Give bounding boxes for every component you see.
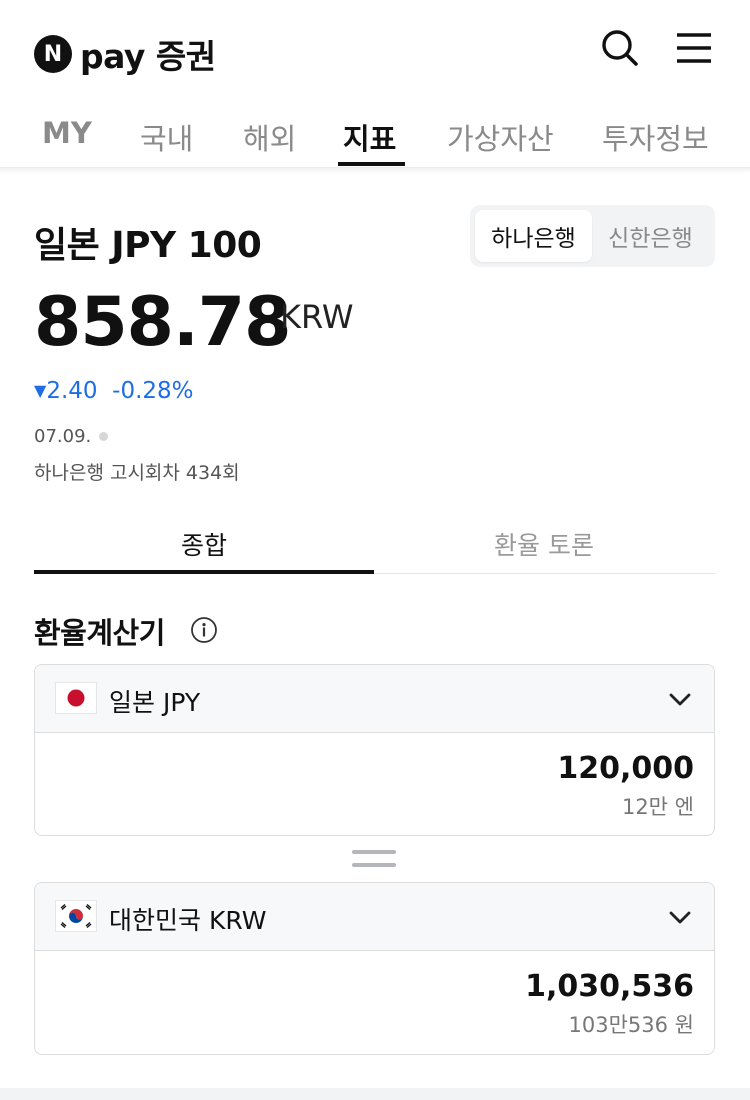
- chevron-down-icon[interactable]: [667, 905, 693, 929]
- to-amount-text: 103만536 원: [568, 1013, 694, 1037]
- to-currency-select[interactable]: 대한민국 KRW: [35, 883, 714, 951]
- tab-discussion[interactable]: 환율 토론: [374, 526, 714, 562]
- bank-button-shinhan[interactable]: 신한은행: [592, 210, 709, 262]
- from-currency-box: 일본 JPY 120,000 12만 엔: [34, 664, 715, 836]
- chevron-down-icon[interactable]: [667, 687, 693, 711]
- bank-toggle: 하나은행 신한은행: [470, 205, 715, 267]
- nav-tab-indicators[interactable]: 지표: [343, 116, 396, 158]
- search-icon[interactable]: [598, 26, 642, 70]
- from-currency-select[interactable]: 일본 JPY: [35, 665, 714, 733]
- nav-tab-crypto[interactable]: 가상자산: [447, 116, 554, 158]
- nav-tab-domestic[interactable]: 국내: [140, 116, 193, 158]
- bottom-section-divider: [0, 1088, 750, 1100]
- category-nav: MY 국내 해외 지표 가상자산 투자정보: [0, 98, 750, 168]
- rate-change: ▼2.40 -0.28%: [34, 378, 194, 404]
- tab-active-underline: [34, 570, 374, 574]
- equals-icon: [352, 850, 396, 870]
- currency-title: 일본 JPY 100: [34, 225, 262, 266]
- hamburger-menu-icon[interactable]: [672, 26, 716, 70]
- date-text: 07.09.: [34, 426, 92, 447]
- rate-date: 07.09.: [34, 426, 109, 447]
- korea-flag-icon: [55, 900, 97, 932]
- change-value: 2.40: [46, 378, 98, 404]
- from-currency-label: 일본 JPY: [109, 688, 201, 717]
- notice-round: 하나은행 고시회차 434회: [34, 462, 240, 484]
- logo-badge: N: [34, 35, 72, 73]
- nav-tab-my[interactable]: MY: [42, 116, 92, 150]
- logo-text: pay 증권: [80, 37, 216, 76]
- to-currency-box: 대한민국 KRW 1,030,536 103만536 원: [34, 882, 715, 1055]
- info-icon[interactable]: [190, 616, 218, 644]
- exchange-rate-value: 858.78: [34, 283, 291, 362]
- nav-active-underline: [338, 162, 405, 166]
- down-arrow-icon: ▼: [34, 381, 47, 400]
- to-currency-label: 대한민국 KRW: [109, 906, 267, 935]
- japan-flag-icon: [55, 682, 97, 714]
- change-percent: -0.28%: [112, 378, 194, 404]
- app-header: N pay 증권: [0, 0, 750, 98]
- content-tabs: 종합 환율 토론: [34, 508, 715, 574]
- to-amount-input[interactable]: 1,030,536: [525, 969, 694, 1004]
- bank-button-hana[interactable]: 하나은행: [475, 210, 592, 262]
- nav-tab-invest-info[interactable]: 투자정보: [602, 116, 709, 158]
- exchange-rate-unit: KRW: [280, 298, 354, 336]
- from-amount-text: 12만 엔: [621, 795, 694, 819]
- npay-logo[interactable]: N pay 증권: [34, 30, 216, 78]
- calculator-title: 환율계산기: [34, 616, 165, 650]
- from-amount-input[interactable]: 120,000: [557, 751, 694, 786]
- nav-tab-overseas[interactable]: 해외: [243, 116, 296, 158]
- status-dot-icon: [99, 432, 109, 441]
- tab-overview[interactable]: 종합: [34, 526, 374, 562]
- nav-divider-shadow: [0, 168, 750, 174]
